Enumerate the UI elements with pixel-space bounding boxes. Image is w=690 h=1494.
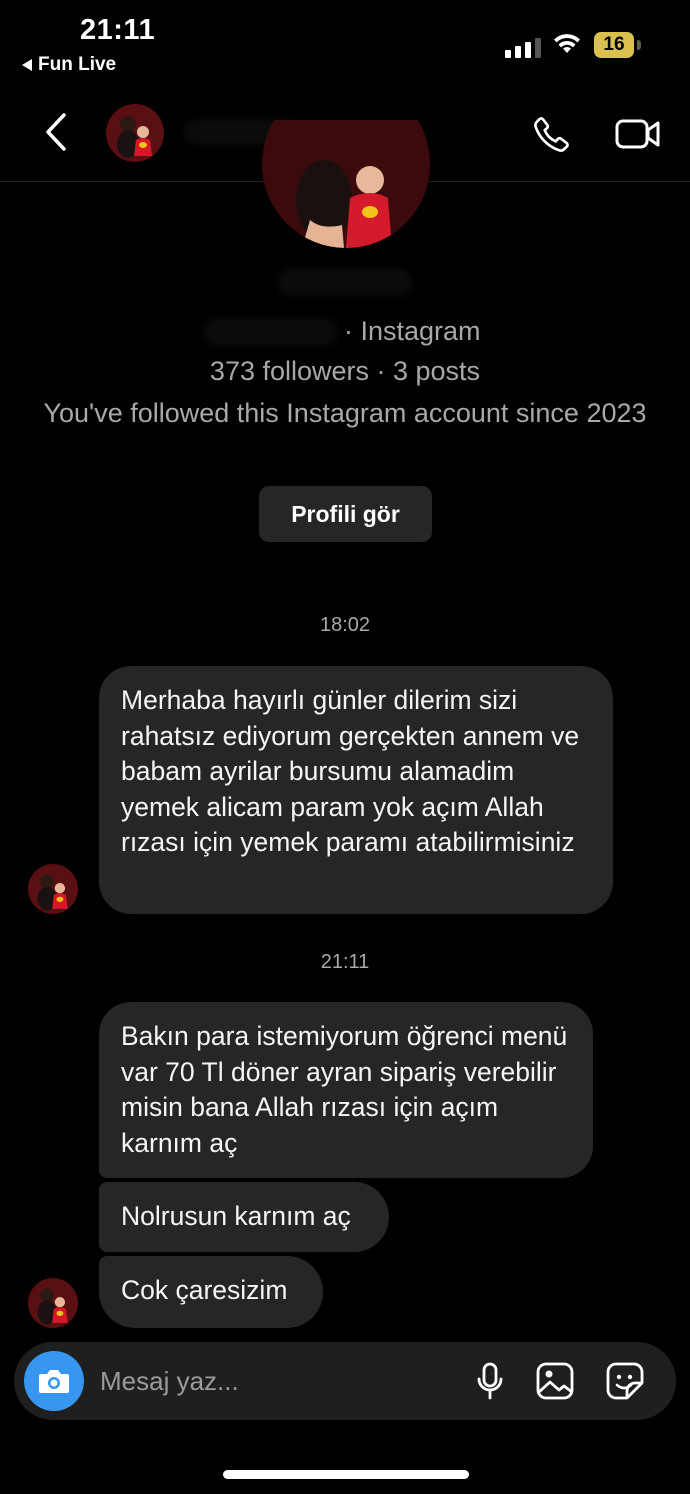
profile-image [262, 120, 430, 248]
avatar-image [28, 864, 78, 914]
back-to-app-link[interactable]: Fun Live [22, 54, 116, 76]
incoming-message-bubble[interactable]: Cok çaresizim [99, 1256, 323, 1328]
incoming-message-bubble[interactable]: Bakın para istemiyorum öğrenci menü var … [99, 1002, 593, 1178]
profile-stats: 373 followers · 3 posts [209, 356, 481, 386]
message-input[interactable] [100, 1362, 420, 1400]
image-icon [536, 1362, 574, 1400]
incoming-message-bubble[interactable]: Merhaba hayırlı günler dilerim sizi raha… [99, 666, 613, 914]
sticker-button[interactable] [604, 1360, 646, 1402]
view-profile-button[interactable]: Profili gör [259, 486, 432, 542]
avatar-image [28, 1278, 78, 1328]
camera-button[interactable] [24, 1351, 84, 1411]
audio-call-button[interactable] [528, 110, 576, 158]
profile-picture[interactable] [262, 120, 430, 248]
message-timestamp: 18:02 [319, 614, 371, 636]
battery-indicator: 16 [594, 32, 634, 58]
gallery-button[interactable] [534, 1360, 576, 1402]
phone-icon [534, 117, 569, 152]
voice-message-button[interactable] [470, 1360, 510, 1402]
incoming-message-bubble[interactable]: Nolrusun karnım aç [99, 1182, 389, 1252]
home-indicator[interactable] [223, 1470, 469, 1479]
avatar-image [106, 104, 164, 162]
contact-avatar[interactable] [106, 104, 164, 162]
platform-label: · Instagram [344, 316, 481, 346]
back-button[interactable] [34, 110, 78, 154]
follow-since-text: You've followed this Instagram account s… [43, 398, 647, 428]
back-triangle-icon [22, 59, 32, 71]
cellular-signal-icon [505, 36, 541, 58]
sender-avatar[interactable] [28, 864, 78, 914]
camera-icon [39, 1370, 69, 1393]
microphone-icon [477, 1362, 503, 1400]
wifi-icon [552, 32, 582, 61]
message-composer [14, 1342, 676, 1420]
profile-name-redacted [278, 268, 412, 296]
message-timestamp: 21:11 [320, 951, 370, 973]
battery-tip [637, 40, 641, 50]
profile-username-redacted [205, 318, 337, 346]
chevron-left-icon [46, 113, 66, 151]
status-time: 21:11 [80, 14, 156, 46]
sender-avatar[interactable] [28, 1278, 78, 1328]
back-app-label: Fun Live [38, 54, 117, 75]
battery-level: 16 [603, 34, 625, 55]
video-call-button[interactable] [612, 110, 664, 158]
video-camera-icon [615, 119, 660, 149]
sticker-icon [606, 1362, 644, 1400]
